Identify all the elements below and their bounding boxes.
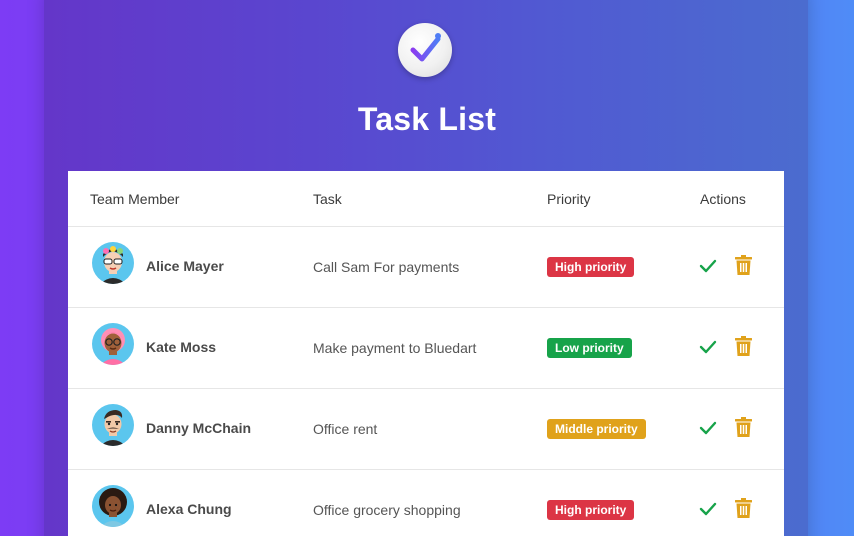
check-icon[interactable]: [698, 256, 718, 276]
member-name: Alexa Chung: [146, 501, 232, 517]
trash-icon[interactable]: [735, 255, 752, 275]
trash-icon[interactable]: [735, 336, 752, 356]
avatar-danny: [92, 404, 134, 446]
priority-badge: High priority: [547, 500, 635, 520]
avatar-kate: [92, 323, 134, 365]
header-priority: Priority: [547, 191, 591, 207]
avatar-alexa: [92, 485, 134, 527]
header-actions: Actions: [700, 191, 746, 207]
task-table: Team Member Task Priority Actions Alice …: [68, 171, 784, 536]
member-name: Kate Moss: [146, 339, 217, 355]
check-icon[interactable]: [698, 418, 718, 438]
priority-badge: Middle priority: [547, 419, 646, 439]
task-text: Call Sam For payments: [313, 259, 460, 275]
table-row: Danny McChain Office rent Middle priorit…: [68, 389, 784, 470]
task-text: Office rent: [313, 421, 378, 437]
member-name: Alice Mayer: [146, 258, 224, 274]
member-name: Danny McChain: [146, 420, 252, 436]
header-team-member: Team Member: [90, 191, 180, 207]
table-row: Kate Moss Make payment to Bluedart Low p…: [68, 308, 784, 389]
trash-icon[interactable]: [735, 417, 752, 437]
priority-badge: Low priority: [547, 338, 632, 358]
task-text: Office grocery shopping: [313, 502, 461, 518]
page-title: Task List: [357, 101, 497, 137]
task-text: Make payment to Bluedart: [313, 340, 477, 356]
priority-badge: High priority: [547, 257, 635, 277]
trash-icon[interactable]: [735, 498, 752, 518]
avatar-alice: [92, 242, 134, 284]
table-row: Alexa Chung Office grocery shopping High…: [68, 470, 784, 536]
check-icon[interactable]: [698, 499, 718, 519]
check-circle-icon: [398, 23, 452, 77]
header-task: Task: [313, 191, 342, 207]
table-row: Alice Mayer Call Sam For payments High p…: [68, 227, 784, 308]
table-header: Team Member Task Priority Actions: [68, 171, 784, 227]
check-icon[interactable]: [698, 337, 718, 357]
